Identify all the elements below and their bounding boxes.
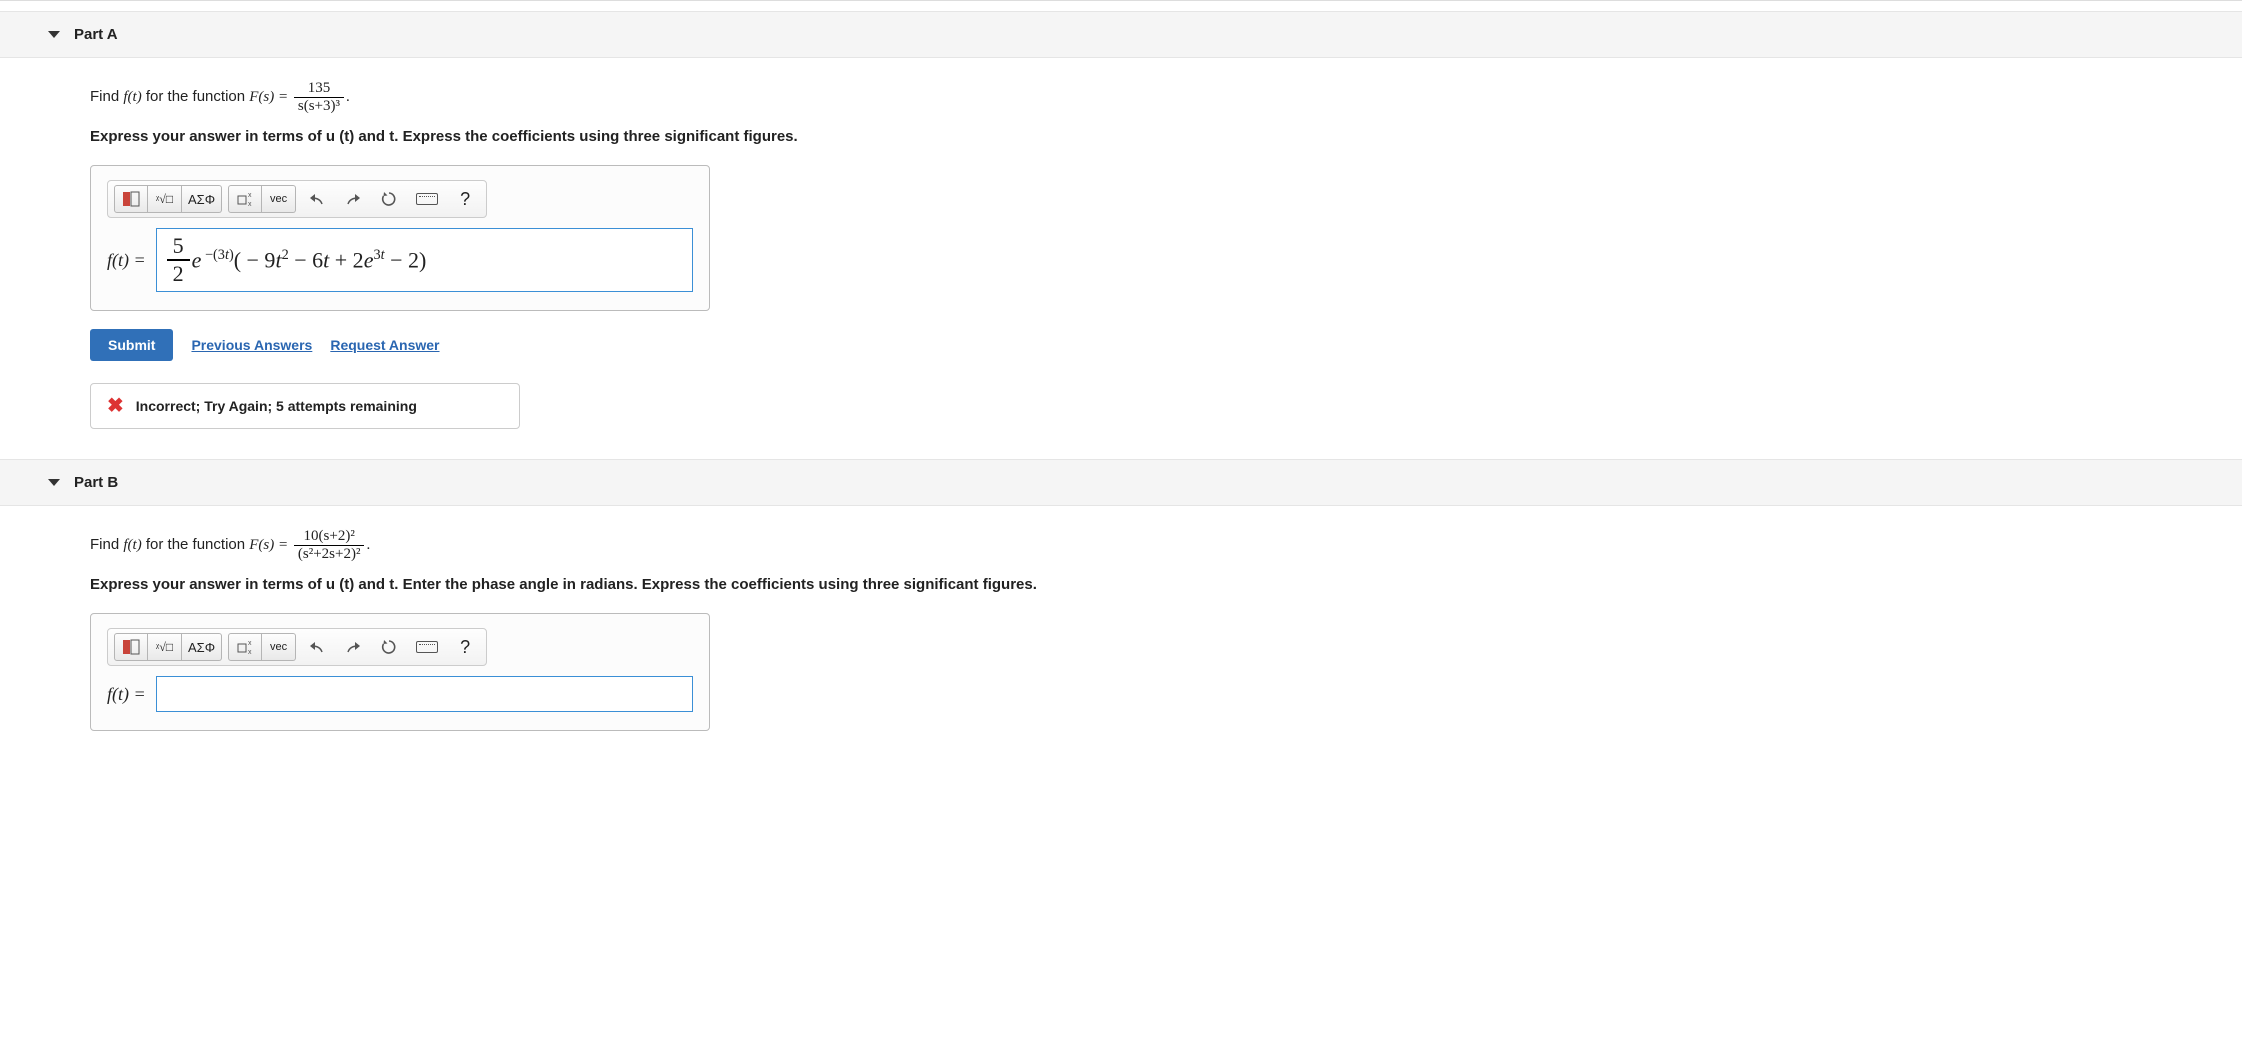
math-icon: ᵡ√□ [156,640,173,655]
caret-down-icon [48,479,60,486]
part-b-prompt: Find f(t) for the function F(s) = 10(s+2… [90,528,2222,562]
actions-a: Submit Previous Answers Request Answer [90,329,2222,361]
numerator: 10(s+2)² [294,528,365,546]
lhs-label: f(t) = [107,684,146,705]
vec-btn[interactable]: vec [262,633,296,661]
text: for the function [142,88,250,105]
svg-text:x: x [248,201,252,207]
input-row-a: f(t) = 5 2 e −(3t)( − 9t2 − 6t + 2e3t − … [107,228,693,292]
math-icon: ᵡ√□ [156,192,173,207]
keyboard-icon [416,193,438,205]
help-btn[interactable]: ? [450,633,480,661]
answer-widget-a: ᵡ√□ ΑΣΦ xx vec [90,165,710,311]
feedback-box: ✖ Incorrect; Try Again; 5 attempts remai… [90,383,520,429]
func-ft: f(t) [123,537,141,553]
func-Fs: F(s) = [249,89,292,105]
subscript-btn[interactable]: xx [228,185,262,213]
part-a-title: Part A [74,26,118,43]
svg-text:x: x [248,640,252,647]
part-b-body: Find f(t) for the function F(s) = 10(s+2… [0,506,2242,779]
text: Find [90,536,123,553]
fraction: 135s(s+3)³ [294,80,344,114]
undo-btn[interactable] [302,633,332,661]
tb-group-templates: ᵡ√□ ΑΣΦ [114,185,222,213]
reset-btn[interactable] [374,633,404,661]
denominator: s(s+3)³ [294,98,344,115]
tb-group-scripts: xx vec [228,185,296,213]
toolbar-a: ᵡ√□ ΑΣΦ xx vec [107,180,487,218]
request-answer-link[interactable]: Request Answer [330,337,439,353]
templates-btn[interactable] [114,185,148,213]
tb-group-templates: ᵡ√□ ΑΣΦ [114,633,222,661]
equation-input-a[interactable]: 5 2 e −(3t)( − 9t2 − 6t + 2e3t − 2) [156,228,693,292]
keyboard-btn[interactable] [410,185,444,213]
toolbar-b: ᵡ√□ ΑΣΦ xx vec [107,628,487,666]
text: . [366,537,370,553]
submit-button[interactable]: Submit [90,329,173,361]
page: Part A Find f(t) for the function F(s) =… [0,0,2242,819]
func-Fs: F(s) = [249,537,292,553]
equation-input-b[interactable] [156,676,693,712]
part-b-header[interactable]: Part B [0,459,2242,506]
answer-widget-b: ᵡ√□ ΑΣΦ xx vec [90,613,710,731]
text: . [346,89,350,105]
answer-den: 2 [167,261,190,285]
math-btn[interactable]: ᵡ√□ [148,633,182,661]
lhs-label: f(t) = [107,250,146,271]
part-a-prompt: Find f(t) for the function F(s) = 135s(s… [90,80,2222,114]
input-row-b: f(t) = [107,676,693,712]
vec-btn[interactable]: vec [262,185,296,213]
subscript-btn[interactable]: xx [228,633,262,661]
undo-btn[interactable] [302,185,332,213]
help-btn[interactable]: ? [450,185,480,213]
denominator: (s²+2s+2)² [294,546,365,563]
part-a-body: Find f(t) for the function F(s) = 135s(s… [0,58,2242,459]
part-a-instruction: Express your answer in terms of u (t) an… [90,128,2222,145]
answer-fraction: 5 2 [167,235,190,285]
templates-btn[interactable] [114,633,148,661]
part-a-header[interactable]: Part A [0,11,2242,58]
redo-btn[interactable] [338,185,368,213]
fraction: 10(s+2)²(s²+2s+2)² [294,528,365,562]
greek-btn[interactable]: ΑΣΦ [182,633,222,661]
redo-btn[interactable] [338,633,368,661]
keyboard-icon [416,641,438,653]
part-b-title: Part B [74,474,118,491]
tb-group-scripts: xx vec [228,633,296,661]
text: Find [90,88,123,105]
greek-btn[interactable]: ΑΣΦ [182,185,222,213]
caret-down-icon [48,31,60,38]
previous-answers-link[interactable]: Previous Answers [191,337,312,353]
text: for the function [142,536,250,553]
answer-num: 5 [167,235,190,261]
incorrect-icon: ✖ [107,396,124,416]
part-b-instruction: Express your answer in terms of u (t) an… [90,576,2222,593]
keyboard-btn[interactable] [410,633,444,661]
math-btn[interactable]: ᵡ√□ [148,185,182,213]
svg-text:x: x [248,649,252,655]
svg-text:x: x [248,192,252,199]
func-ft: f(t) [123,89,141,105]
reset-btn[interactable] [374,185,404,213]
feedback-text: Incorrect; Try Again; 5 attempts remaini… [136,398,417,414]
numerator: 135 [294,80,344,98]
